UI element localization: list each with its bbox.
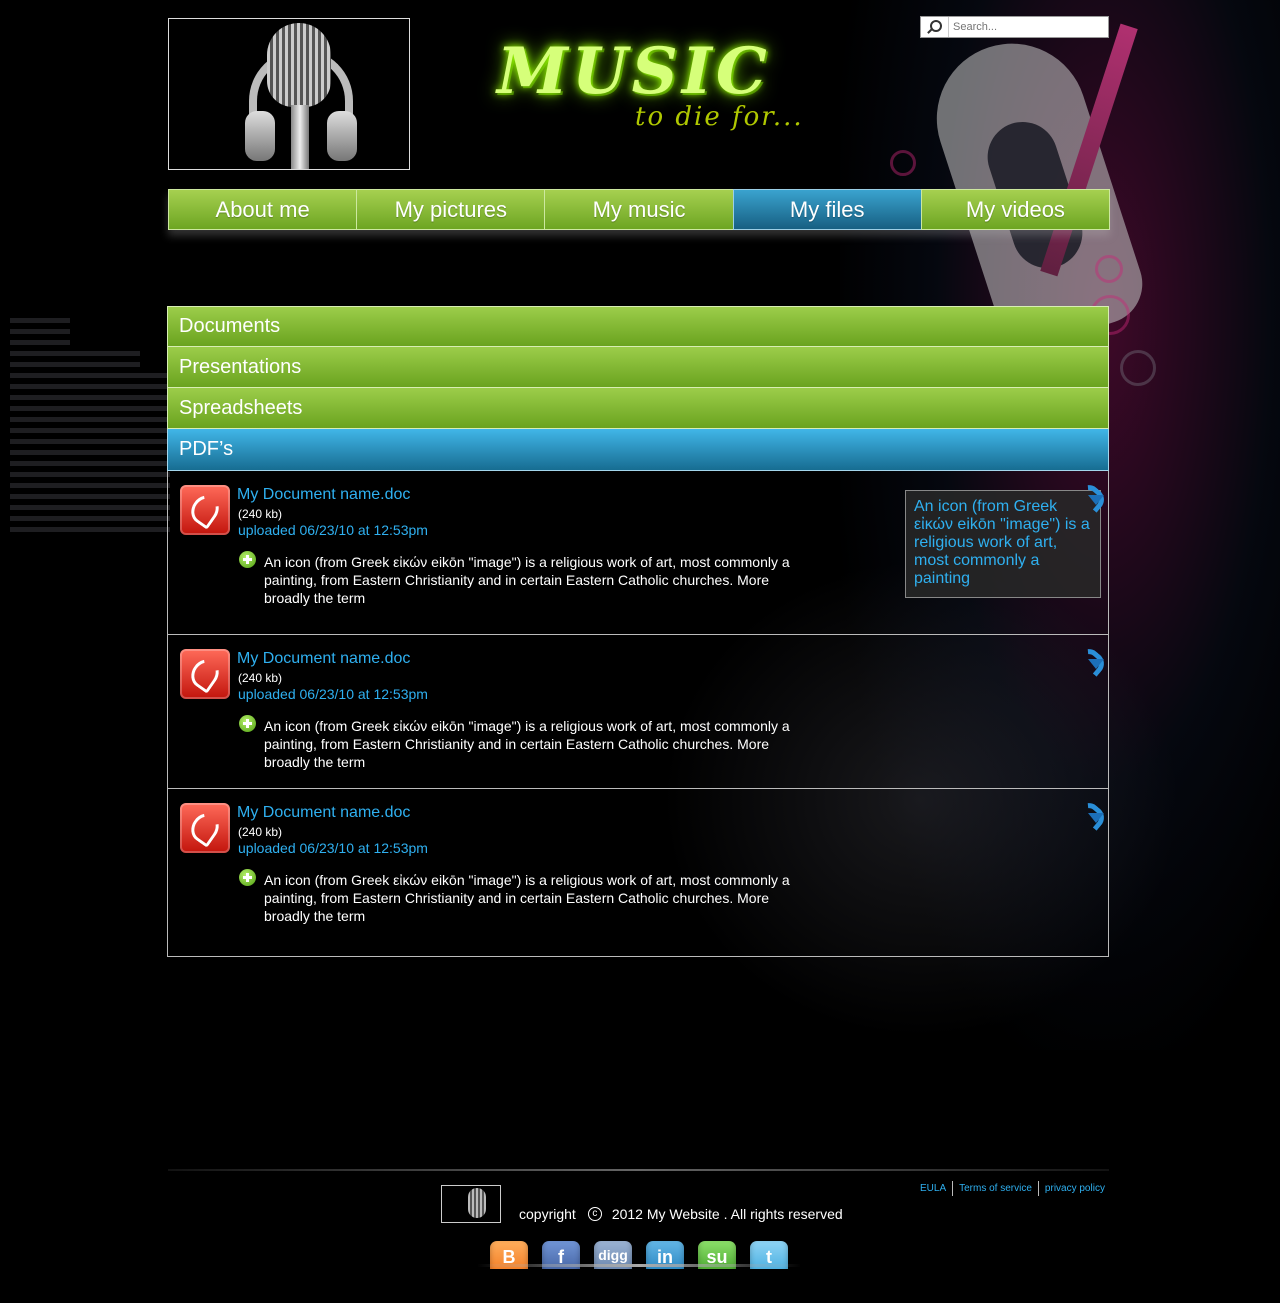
copyright-notice: copyright c 2012 My Website . All rights… [519,1206,843,1222]
file-name-link[interactable]: My Document name.doc [237,486,410,504]
main-nav: About me My pictures My music My files M… [168,189,1111,230]
site-logo[interactable] [168,18,410,170]
expand-plus-icon[interactable] [239,551,256,568]
expand-plus-icon[interactable] [239,869,256,886]
file-size: (240 kb) [238,507,283,521]
file-item: My Document name.doc (240 kb) uploaded 0… [168,789,1108,956]
file-description: An icon (from Greek εἰκών eikōn "image")… [264,718,790,770]
download-arrow-icon[interactable] [1076,647,1104,669]
footer-logo[interactable] [441,1185,501,1223]
download-arrow-icon[interactable] [1076,483,1104,505]
nav-my-videos[interactable]: My videos [920,189,1111,230]
file-size: (240 kb) [238,825,283,839]
file-upload-date: uploaded 06/23/10 at 12:53pm [238,686,428,702]
copyright-text: 2012 My Website . All rights reserved [611,1206,843,1222]
download-arrow-icon[interactable] [1076,801,1104,823]
brand-title: MUSIC [497,34,771,109]
category-documents[interactable]: Documents [167,306,1109,347]
nav-about-me[interactable]: About me [168,189,357,230]
file-upload-date: uploaded 06/23/10 at 12:53pm [238,522,428,538]
nav-my-files[interactable]: My files [732,189,921,230]
file-item: My Document name.doc (240 kb) uploaded 0… [168,471,1108,635]
pdf-icon[interactable] [180,803,230,853]
microphone-icon [468,1188,486,1218]
brand-wordmark: MUSIC to die for... [495,34,825,134]
search-icon[interactable] [921,17,949,37]
search-box [920,16,1109,38]
file-description: An icon (from Greek εἰκών eikōn "image")… [264,554,790,606]
nav-my-music[interactable]: My music [544,189,733,230]
copyright-icon: c [587,1207,602,1221]
copyright-prefix: copyright [519,1206,576,1222]
pdf-icon[interactable] [180,649,230,699]
footer-links: EULA Terms of service privacy policy [920,1181,1111,1196]
nav-my-pictures[interactable]: My pictures [356,189,545,230]
eula-link[interactable]: EULA [920,1181,954,1196]
file-list: My Document name.doc (240 kb) uploaded 0… [167,471,1109,957]
file-size: (240 kb) [238,671,283,685]
privacy-policy-link[interactable]: privacy policy [1039,1181,1111,1196]
footer-divider [168,1169,1109,1171]
file-name-link[interactable]: My Document name.doc [237,650,410,668]
file-upload-date: uploaded 06/23/10 at 12:53pm [238,840,428,856]
file-description: An icon (from Greek εἰκών eikōn "image")… [264,872,790,924]
category-pdfs[interactable]: PDF’s [167,429,1109,471]
file-name-link[interactable]: My Document name.doc [237,804,410,822]
social-shelf [477,1264,801,1267]
category-spreadsheets[interactable]: Spreadsheets [167,388,1109,429]
category-presentations[interactable]: Presentations [167,347,1109,388]
microphone-icon [267,23,331,107]
description-tooltip: An icon (from Greek εἰκών eikōn "image")… [905,490,1101,598]
expand-plus-icon[interactable] [239,715,256,732]
file-categories: Documents Presentations Spreadsheets PDF… [167,306,1109,957]
file-item: My Document name.doc (240 kb) uploaded 0… [168,635,1108,789]
terms-of-service-link[interactable]: Terms of service [953,1181,1039,1196]
search-input[interactable] [949,18,1104,36]
pdf-icon[interactable] [180,485,230,535]
brand-tagline: to die for... [635,102,804,132]
